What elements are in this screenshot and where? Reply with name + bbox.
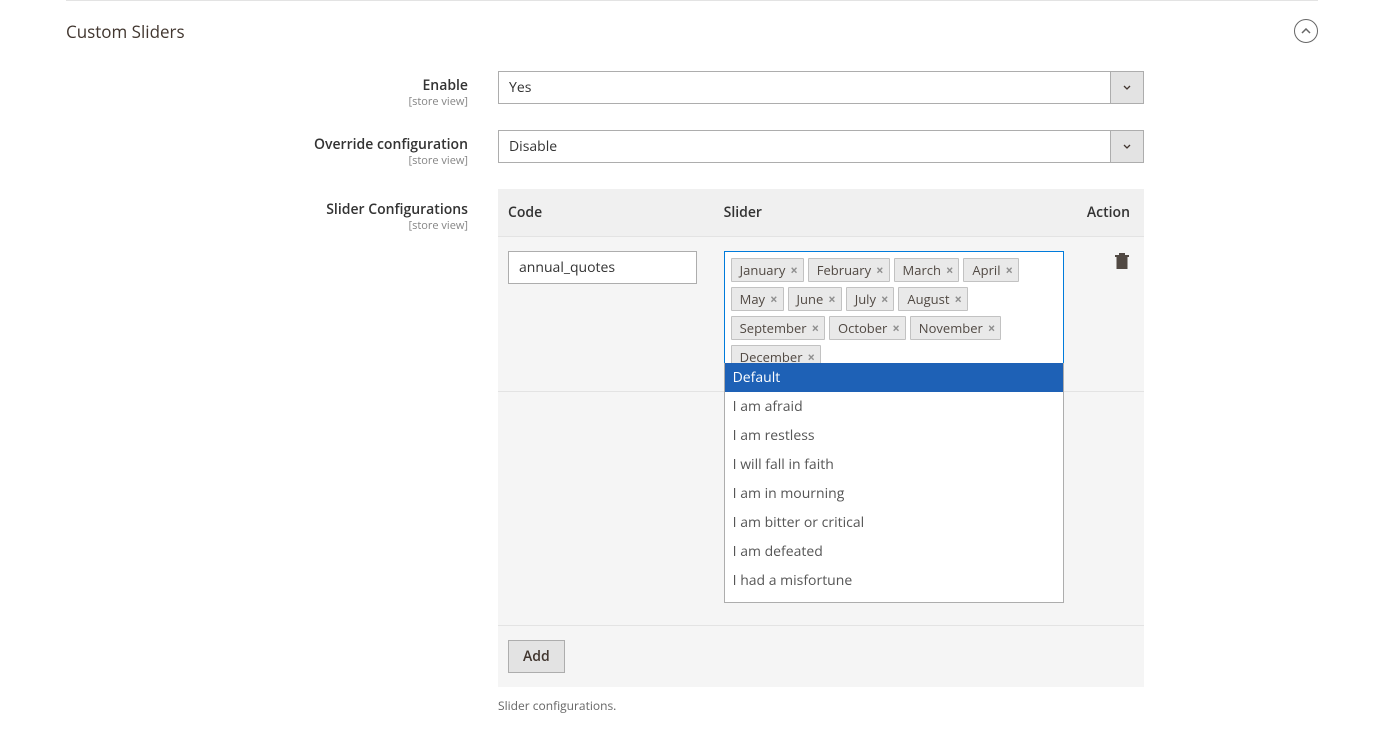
collapse-toggle[interactable] [1294,19,1318,43]
tag-label: October [838,319,887,337]
tag-remove-icon[interactable]: × [954,293,961,306]
trash-icon [1114,253,1130,271]
enable-select[interactable]: Yes [498,71,1144,104]
dropdown-option[interactable]: I am discouraged [725,595,1063,603]
tag: July × [846,287,895,311]
enable-label: Enable [66,77,468,95]
enable-scope: [store view] [66,95,468,108]
table-row: January×February×March×April×May×June×Ju… [498,237,1144,392]
tag-label: March [903,261,941,279]
dropdown-option[interactable]: I am afraid [725,392,1063,421]
chevron-down-icon [1123,85,1131,90]
th-action: Action [1074,189,1144,237]
tag-label: May [740,290,765,308]
dropdown-option[interactable]: Default [725,363,1063,392]
section-title: Custom Sliders [66,20,185,43]
tag-label: January [740,261,786,279]
slider-dropdown[interactable]: DefaultI am afraidI am restlessI will fa… [724,363,1064,603]
tag-label: July [855,290,876,308]
th-slider: Slider [714,189,1074,237]
tag-remove-icon[interactable]: × [770,293,777,306]
tag-remove-icon[interactable]: × [812,322,819,335]
tag-label: September [740,319,807,337]
tag: September × [731,316,825,340]
tag: April × [963,258,1019,282]
dropdown-option[interactable]: I will fall in faith [725,450,1063,479]
tag: August × [898,287,968,311]
tag: March × [894,258,960,282]
tag-label: April [972,261,1000,279]
tag-label: February [817,261,871,279]
tag-remove-icon[interactable]: × [881,293,888,306]
tag: January × [731,258,804,282]
override-select-value: Disable [498,130,1110,163]
override-label: Override configuration [66,136,468,154]
th-code: Code [498,189,714,237]
slider-config-table: Code Slider Action January × [498,189,1144,687]
tag-remove-icon[interactable]: × [828,293,835,306]
tag-remove-icon[interactable]: × [808,351,815,364]
override-select-arrow[interactable] [1110,130,1144,163]
override-select[interactable]: Disable [498,130,1144,163]
tag-label: August [907,290,949,308]
tag-remove-icon[interactable]: × [876,264,883,277]
tag-label: November [919,319,983,337]
slider-multiselect[interactable]: January×February×March×April×May×June×Ju… [724,251,1064,377]
chevron-up-icon [1301,28,1311,34]
section-header[interactable]: Custom Sliders [0,1,1384,43]
delete-row-button[interactable] [1114,253,1130,276]
tag-remove-icon[interactable]: × [1005,264,1012,277]
tag-label: June [797,290,824,308]
chevron-down-icon [1123,144,1131,149]
tag-remove-icon[interactable]: × [988,322,995,335]
override-scope: [store view] [66,154,468,167]
tag-remove-icon[interactable]: × [790,264,797,277]
tag: May × [731,287,784,311]
enable-select-arrow[interactable] [1110,71,1144,104]
code-input[interactable] [508,251,697,284]
slider-config-scope: [store view] [66,219,468,232]
enable-select-value: Yes [498,71,1110,104]
tag: October × [829,316,906,340]
tag: November × [910,316,1001,340]
add-button[interactable]: Add [508,640,565,673]
dropdown-option[interactable]: I am defeated [725,537,1063,566]
tag-remove-icon[interactable]: × [946,264,953,277]
tag-remove-icon[interactable]: × [892,322,899,335]
tag: February × [808,258,890,282]
dropdown-option[interactable]: I am in mourning [725,479,1063,508]
dropdown-option[interactable]: I had a misfortune [725,566,1063,595]
dropdown-option[interactable]: I am bitter or critical [725,508,1063,537]
dropdown-option[interactable]: I am restless [725,421,1063,450]
slider-config-label: Slider Configurations [66,201,468,219]
slider-config-help: Slider configurations. [498,697,1144,714]
tag: June × [788,287,842,311]
